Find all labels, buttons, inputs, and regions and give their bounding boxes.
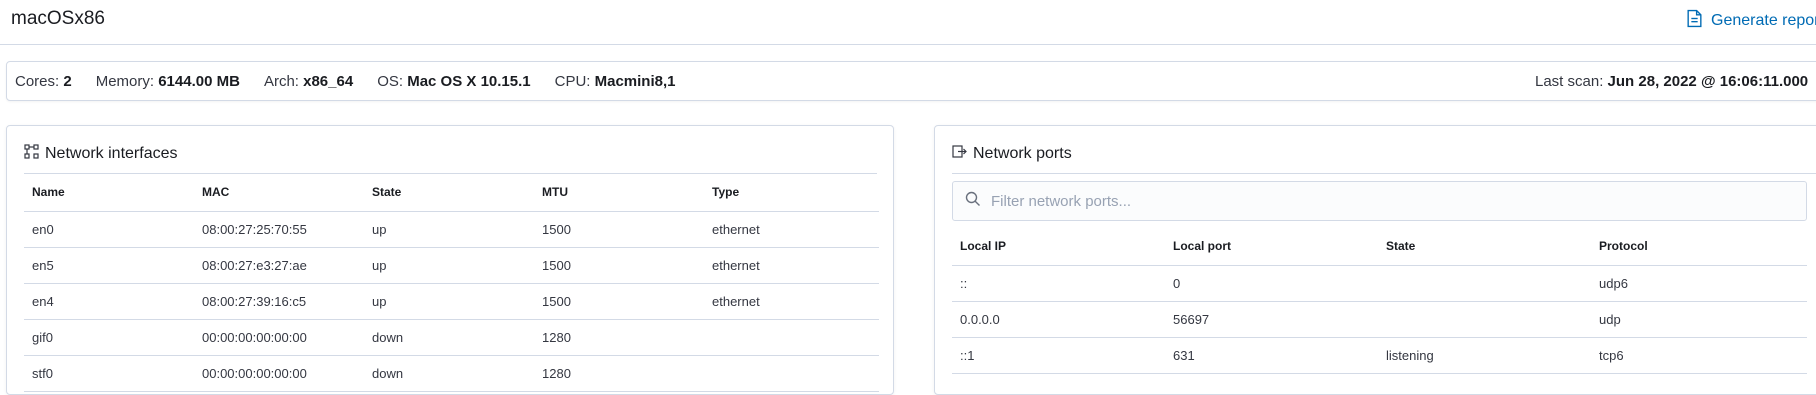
cell-local-ip: :: bbox=[952, 265, 1165, 302]
cell-mtu: 1500 bbox=[534, 247, 704, 284]
panel-title: Network interfaces bbox=[45, 145, 178, 162]
cell-state bbox=[1378, 265, 1591, 302]
cell-state: up bbox=[364, 211, 534, 248]
cell-state: up bbox=[364, 283, 534, 320]
column-header-local-port[interactable]: Local port bbox=[1165, 227, 1378, 266]
search-icon bbox=[953, 191, 981, 212]
cell-local-ip: 0.0.0.0 bbox=[952, 301, 1165, 338]
cell-type: ethernet bbox=[704, 247, 879, 284]
page-title: macOSx86 bbox=[11, 8, 105, 29]
generate-report-button[interactable]: Generate report bbox=[1686, 9, 1816, 33]
cell-state: listening bbox=[1378, 337, 1591, 374]
cell-protocol: udp bbox=[1591, 301, 1807, 338]
cell-type: ethernet bbox=[704, 283, 879, 320]
cores-info: Cores: 2 bbox=[15, 72, 72, 90]
cell-local-port: 56697 bbox=[1165, 301, 1378, 338]
cell-name: en4 bbox=[24, 283, 194, 320]
network-interfaces-header: Network interfaces bbox=[24, 144, 178, 164]
column-header-local-ip[interactable]: Local IP bbox=[952, 227, 1165, 266]
cell-mtu: 1500 bbox=[534, 211, 704, 248]
table-row[interactable]: :: 0 udp6 bbox=[952, 265, 1807, 302]
header-bar: macOSx86 Generate report bbox=[0, 0, 1816, 45]
column-header-state[interactable]: State bbox=[1378, 227, 1591, 266]
cell-state: up bbox=[364, 247, 534, 284]
table-row[interactable]: en4 08:00:27:39:16:c5 up 1500 ethernet bbox=[24, 283, 879, 320]
cell-mtu: 1500 bbox=[534, 283, 704, 320]
last-scan-info: Last scan: Jun 28, 2022 @ 16:06:11.000 bbox=[1535, 72, 1809, 90]
network-interfaces-table: Name MAC State MTU Type en0 08:00:27:25:… bbox=[24, 173, 879, 392]
cell-name: en5 bbox=[24, 247, 194, 284]
table-row[interactable]: 0.0.0.0 56697 udp bbox=[952, 301, 1807, 338]
network-icon bbox=[24, 144, 39, 164]
network-ports-panel: Network ports Local IP Local port State … bbox=[934, 125, 1816, 395]
table-row[interactable]: gif0 00:00:00:00:00:00 down 1280 bbox=[24, 319, 879, 356]
table-row[interactable]: en0 08:00:27:25:70:55 up 1500 ethernet bbox=[24, 211, 879, 248]
panel-title: Network ports bbox=[973, 145, 1072, 162]
column-header-type[interactable]: Type bbox=[704, 173, 879, 212]
cell-type bbox=[704, 355, 879, 392]
cell-local-port: 0 bbox=[1165, 265, 1378, 302]
cell-mtu: 1280 bbox=[534, 319, 704, 356]
column-header-mac[interactable]: MAC bbox=[194, 173, 364, 212]
column-header-state[interactable]: State bbox=[364, 173, 534, 212]
network-ports-search[interactable] bbox=[952, 181, 1807, 221]
network-ports-header: Network ports bbox=[952, 144, 1072, 164]
cell-name: gif0 bbox=[24, 319, 194, 356]
cpu-info: CPU: Macmini8,1 bbox=[554, 72, 676, 90]
os-info: OS: Mac OS X 10.15.1 bbox=[377, 72, 531, 90]
document-icon bbox=[1686, 9, 1703, 33]
cell-type: ethernet bbox=[704, 211, 879, 248]
cell-mtu: 1280 bbox=[534, 355, 704, 392]
table-header-row: Local IP Local port State Protocol bbox=[952, 227, 1807, 266]
agent-info-bar: Cores: 2 Memory: 6144.00 MB Arch: x86_64… bbox=[6, 61, 1816, 101]
cell-mac: 08:00:27:e3:27:ae bbox=[194, 247, 364, 284]
cell-mac: 08:00:27:25:70:55 bbox=[194, 211, 364, 248]
table-header-row: Name MAC State MTU Type bbox=[24, 173, 879, 212]
cell-state bbox=[1378, 301, 1591, 338]
cell-local-ip: ::1 bbox=[952, 337, 1165, 374]
arch-info: Arch: x86_64 bbox=[263, 72, 354, 90]
memory-info: Memory: 6144.00 MB bbox=[95, 72, 240, 90]
cell-state: down bbox=[364, 319, 534, 356]
network-interfaces-panel: Network interfaces Name MAC State MTU Ty… bbox=[6, 125, 894, 395]
search-input[interactable] bbox=[991, 192, 1771, 210]
cell-name: stf0 bbox=[24, 355, 194, 392]
cell-mac: 00:00:00:00:00:00 bbox=[194, 319, 364, 356]
divider bbox=[952, 173, 1816, 174]
cell-type bbox=[704, 319, 879, 356]
column-header-mtu[interactable]: MTU bbox=[534, 173, 704, 212]
cell-mac: 00:00:00:00:00:00 bbox=[194, 355, 364, 392]
table-row[interactable]: stf0 00:00:00:00:00:00 down 1280 bbox=[24, 355, 879, 392]
port-export-icon bbox=[952, 144, 967, 164]
cell-protocol: tcp6 bbox=[1591, 337, 1807, 374]
network-ports-table: Local IP Local port State Protocol :: 0 … bbox=[952, 227, 1807, 374]
table-row[interactable]: en5 08:00:27:e3:27:ae up 1500 ethernet bbox=[24, 247, 879, 284]
generate-report-label: Generate report bbox=[1711, 12, 1816, 29]
column-header-protocol[interactable]: Protocol bbox=[1591, 227, 1807, 266]
cell-name: en0 bbox=[24, 211, 194, 248]
cell-mac: 08:00:27:39:16:c5 bbox=[194, 283, 364, 320]
cell-state: down bbox=[364, 355, 534, 392]
table-row[interactable]: ::1 631 listening tcp6 bbox=[952, 337, 1807, 374]
cell-local-port: 631 bbox=[1165, 337, 1378, 374]
column-header-name[interactable]: Name bbox=[24, 173, 194, 212]
cell-protocol: udp6 bbox=[1591, 265, 1807, 302]
